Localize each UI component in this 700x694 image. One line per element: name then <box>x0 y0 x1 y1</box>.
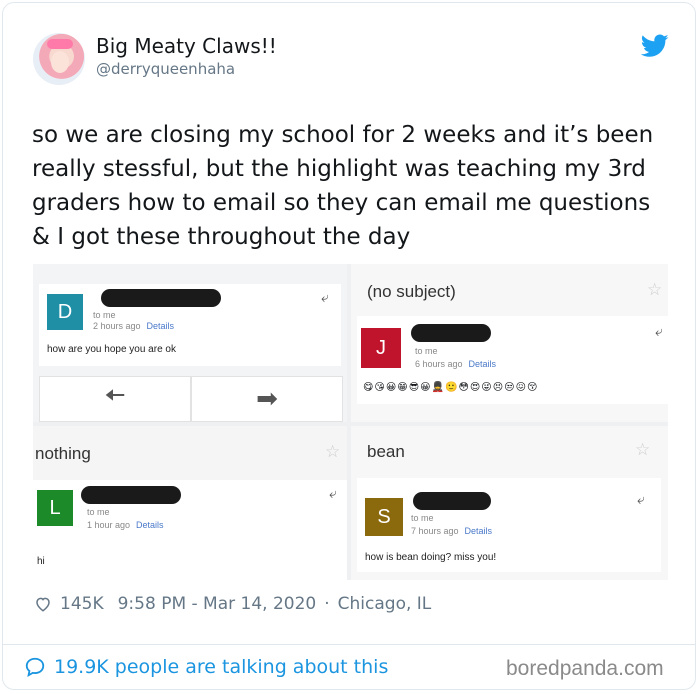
avatar-bow <box>47 39 73 49</box>
email-recipient: to me <box>87 507 110 517</box>
talking-count-text: 19.9K people are talking about this <box>54 656 389 678</box>
footer-divider <box>2 644 696 645</box>
reply-icon[interactable]: ⤶ <box>637 492 645 508</box>
redacted-sender-name <box>81 486 181 504</box>
forward-arrow-icon: ➡ <box>256 384 278 414</box>
redacted-sender-name <box>101 289 221 307</box>
email-time: 7 hours ago <box>411 526 459 536</box>
star-icon[interactable]: ☆ <box>647 280 662 300</box>
media-photo-j-email[interactable]: (no subject) ☆ J to me 6 hours ago Detail… <box>351 264 668 422</box>
redacted-sender-name <box>411 324 491 342</box>
heart-icon[interactable] <box>34 595 52 613</box>
tweet-location[interactable]: Chicago, IL <box>338 594 432 614</box>
details-link[interactable]: Details <box>147 321 175 331</box>
conversation-link[interactable]: 19.9K people are talking about this <box>24 656 388 678</box>
reply-icon[interactable]: ⤶ <box>321 290 329 306</box>
meta-separator: · <box>324 594 330 614</box>
tweet-media-grid[interactable]: D to me 2 hours ago Details ⤶ how are you… <box>33 264 668 580</box>
source-watermark: boredpanda.com <box>506 657 664 680</box>
email-time-row: 2 hours ago Details <box>93 321 174 331</box>
email-recipient: to me <box>411 513 434 523</box>
star-icon[interactable]: ☆ <box>325 442 340 462</box>
details-link[interactable]: Details <box>469 359 497 369</box>
avatar-face <box>51 51 69 73</box>
forward-button[interactable]: ➡ <box>191 376 343 422</box>
emoji-message: 😋😘😀😁😎😀💂🙂😳😍😜😣😒😖😚 <box>363 382 539 393</box>
sender-avatar-s: S <box>365 498 403 536</box>
details-link[interactable]: Details <box>465 526 493 536</box>
reply-button[interactable]: 🠤 <box>39 376 191 422</box>
email-recipient: to me <box>93 310 116 320</box>
tweet-text: so we are closing my school for 2 weeks … <box>32 122 654 250</box>
display-name[interactable]: Big Meaty Claws!! <box>96 34 277 58</box>
user-avatar[interactable] <box>33 33 85 85</box>
redacted-sender-name <box>413 492 491 510</box>
user-handle[interactable]: @derryqueenhaha <box>96 60 235 78</box>
details-link[interactable]: Details <box>136 520 164 530</box>
speech-bubble-icon <box>25 657 45 678</box>
sender-avatar-j: J <box>361 328 401 368</box>
email-card-d: D to me 2 hours ago Details ⤶ how are you… <box>39 284 341 366</box>
sender-avatar-d: D <box>47 294 83 330</box>
reply-arrow-icon: 🠤 <box>104 381 126 411</box>
email-subject: bean <box>367 442 405 461</box>
email-card-s: S to me 7 hours ago Details ⤶ how is bean… <box>357 478 661 572</box>
tweet-timestamp[interactable]: 9:58 PM - Mar 14, 2020 <box>118 594 317 614</box>
email-time: 2 hours ago <box>93 321 141 331</box>
twitter-logo-icon[interactable] <box>641 34 669 58</box>
reply-icon[interactable]: ⤶ <box>655 324 663 340</box>
email-subject: (no subject) <box>367 282 456 301</box>
email-card-l: L to me 1 hour ago Details ⤶ hi <box>33 480 347 580</box>
email-body: how is bean doing? miss you! <box>365 552 497 563</box>
email-body: hi <box>37 556 45 567</box>
email-time-row: 1 hour ago Details <box>87 520 164 530</box>
media-photo-d-email[interactable]: D to me 2 hours ago Details ⤶ how are you… <box>33 264 347 422</box>
email-time: 1 hour ago <box>87 520 131 530</box>
email-subject: nothing <box>35 444 91 463</box>
tweet-meta: 145K 9:58 PM - Mar 14, 2020 · Chicago, I… <box>34 594 431 614</box>
like-count[interactable]: 145K <box>60 594 104 614</box>
sender-avatar-l: L <box>37 490 73 526</box>
media-photo-l-email[interactable]: nothing ☆ L to me 1 hour ago Details ⤶ hi <box>33 426 347 580</box>
email-recipient: to me <box>415 346 438 356</box>
media-photo-s-email[interactable]: bean ☆ S to me 7 hours ago Details ⤶ how … <box>351 426 668 580</box>
email-card-j: J to me 6 hours ago Details ⤶ 😋😘😀😁😎😀💂🙂😳😍😜… <box>357 316 668 404</box>
star-icon[interactable]: ☆ <box>635 440 650 460</box>
reply-icon[interactable]: ⤶ <box>329 486 337 502</box>
email-body: how are you hope you are ok <box>47 344 176 355</box>
email-time: 6 hours ago <box>415 359 463 369</box>
email-time-row: 6 hours ago Details <box>415 359 496 369</box>
email-time-row: 7 hours ago Details <box>411 526 492 536</box>
